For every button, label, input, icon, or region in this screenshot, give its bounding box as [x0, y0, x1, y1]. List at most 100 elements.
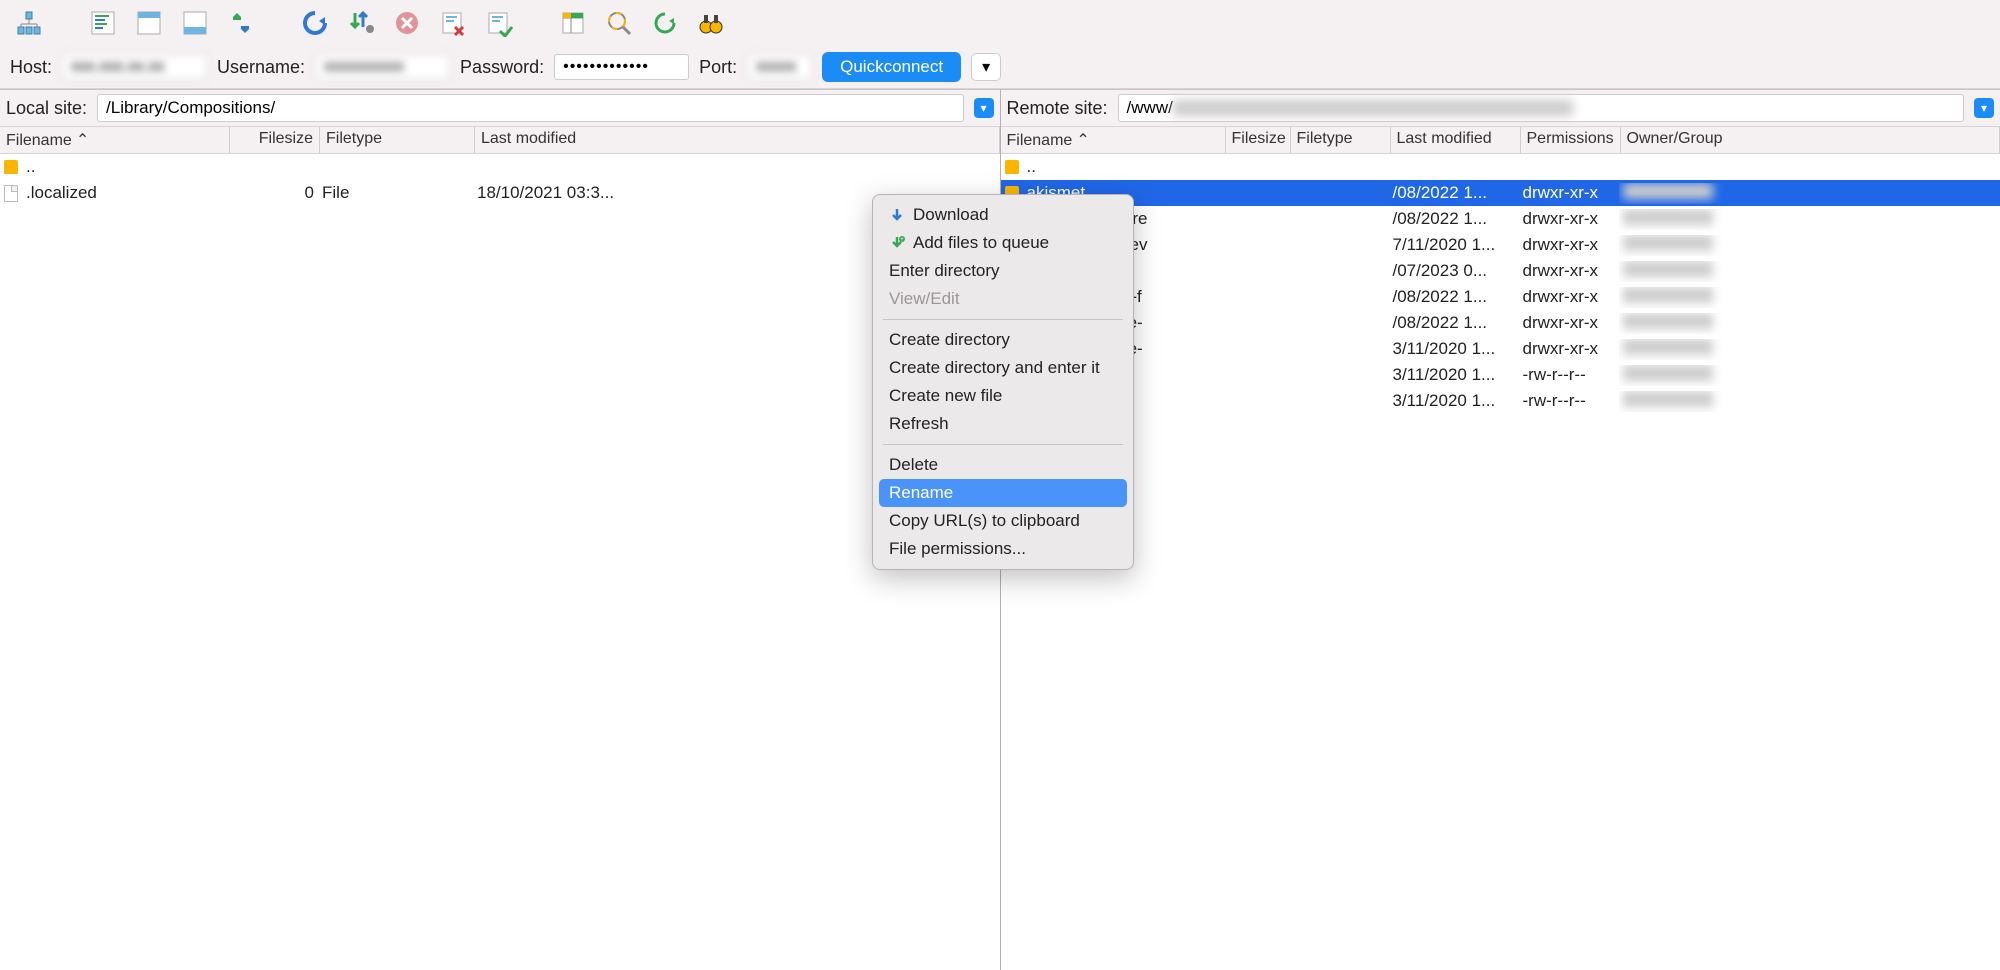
file-permissions: drwxr-xr-x: [1519, 209, 1619, 229]
ctx-add-to-queue[interactable]: + Add files to queue: [873, 229, 1133, 257]
ctx-separator: [883, 319, 1123, 320]
file-modified: /08/2022 1...: [1389, 287, 1519, 307]
file-permissions: drwxr-xr-x: [1519, 287, 1619, 307]
ctx-create-directory-enter[interactable]: Create directory and enter it: [873, 354, 1133, 382]
file-size: 0: [228, 183, 318, 203]
remote-header-permissions[interactable]: Permissions: [1521, 127, 1621, 153]
file-row[interactable]: .localized 0 File 18/10/2021 03:3...: [0, 180, 1000, 206]
remote-site-label: Remote site:: [1007, 98, 1108, 119]
remote-path-dropdown[interactable]: ▾: [1974, 98, 1994, 118]
remote-header-modified[interactable]: Last modified: [1391, 127, 1521, 153]
local-header-filename[interactable]: Filename⌃: [0, 127, 230, 153]
toggle-tree-icon[interactable]: [130, 4, 168, 42]
file-owner: [1619, 365, 2000, 386]
remote-headers: Filename⌃ Filesize Filetype Last modifie…: [1001, 127, 2000, 154]
reconnect-icon[interactable]: [480, 4, 518, 42]
main-toolbar: [0, 0, 2000, 46]
toggle-queue-icon[interactable]: [176, 4, 214, 42]
quickconnect-button[interactable]: Quickconnect: [822, 52, 961, 82]
file-owner: [1619, 209, 2000, 230]
refresh-compare-icon[interactable]: [222, 4, 260, 42]
ctx-create-new-file[interactable]: Create new file: [873, 382, 1133, 410]
sort-asc-icon: ⌃: [1076, 132, 1089, 149]
file-name: .localized: [22, 183, 228, 203]
file-owner: [1619, 235, 2000, 256]
ctx-separator: [883, 444, 1123, 445]
file-modified: 3/11/2020 1...: [1389, 391, 1519, 411]
local-header-filesize[interactable]: Filesize: [230, 127, 320, 153]
file-row[interactable]: mu-plugins /07/2023 0... drwxr-xr-x: [1001, 258, 2000, 284]
transfer-settings-icon[interactable]: [342, 4, 380, 42]
quickconnect-dropdown[interactable]: ▾: [971, 53, 1001, 81]
cancel-icon[interactable]: [388, 4, 426, 42]
ctx-delete[interactable]: Delete: [873, 451, 1133, 479]
file-owner: [1619, 261, 2000, 282]
ctx-create-directory[interactable]: Create directory: [873, 326, 1133, 354]
file-row[interactable]: hello.php 3/11/2020 1... -rw-r--r--: [1001, 362, 2000, 388]
file-icon: [0, 185, 22, 202]
file-row[interactable]: akismet /08/2022 1... drwxr-xr-x: [1001, 180, 2000, 206]
ctx-file-permissions[interactable]: File permissions...: [873, 535, 1133, 563]
ctx-copy-url[interactable]: Copy URL(s) to clipboard: [873, 507, 1133, 535]
file-permissions: -rw-r--r--: [1519, 365, 1619, 385]
search-binoculars-icon[interactable]: [692, 4, 730, 42]
file-permissions: drwxr-xr-x: [1519, 183, 1619, 203]
file-name: ..: [22, 157, 228, 177]
ctx-enter-directory[interactable]: Enter directory: [873, 257, 1133, 285]
password-input[interactable]: [554, 54, 689, 80]
file-modified: /07/2023 0...: [1389, 261, 1519, 281]
file-modified: 3/11/2020 1...: [1389, 339, 1519, 359]
file-row[interactable]: ..: [1001, 154, 2000, 180]
download-icon: [889, 207, 905, 223]
local-site-label: Local site:: [6, 98, 87, 119]
remote-path-input[interactable]: /www/: [1118, 94, 1964, 122]
remote-header-filesize[interactable]: Filesize: [1226, 127, 1291, 153]
sync-icon[interactable]: [296, 4, 334, 42]
file-type: File: [318, 183, 473, 203]
file-permissions: drwxr-xr-x: [1519, 235, 1619, 255]
file-row[interactable]: woocommerce- /08/2022 1... drwxr-xr-x: [1001, 310, 2000, 336]
file-permissions: drwxr-xr-x: [1519, 261, 1619, 281]
remote-header-filetype[interactable]: Filetype: [1291, 127, 1391, 153]
file-listing-icon[interactable]: [554, 4, 592, 42]
remote-header-filename[interactable]: Filename⌃: [1001, 127, 1226, 153]
toggle-log-icon[interactable]: [84, 4, 122, 42]
disconnect-icon[interactable]: [434, 4, 472, 42]
local-path-dropdown[interactable]: ▾: [974, 98, 994, 118]
file-modified: 7/11/2020 1...: [1389, 235, 1519, 255]
folder-icon: [0, 160, 22, 174]
file-row[interactable]: ..: [0, 154, 1000, 180]
file-owner: [1619, 183, 2000, 204]
folder-icon: [1001, 160, 1023, 174]
compare-icon[interactable]: [646, 4, 684, 42]
file-row[interactable]: woo-checkout-f /08/2022 1... drwxr-xr-x: [1001, 284, 2000, 310]
site-manager-icon[interactable]: [10, 4, 48, 42]
local-path-input[interactable]: [97, 94, 963, 122]
ctx-download[interactable]: Download: [873, 201, 1133, 229]
file-permissions: drwxr-xr-x: [1519, 313, 1619, 333]
remote-file-list[interactable]: .. akismet /08/2022 1... drwxr-xr-x bett…: [1001, 154, 2000, 970]
ctx-rename[interactable]: Rename: [879, 479, 1127, 507]
ctx-refresh[interactable]: Refresh: [873, 410, 1133, 438]
svg-text:+: +: [900, 237, 904, 243]
ctx-view-edit: View/Edit: [873, 285, 1133, 313]
file-permissions: drwxr-xr-x: [1519, 339, 1619, 359]
local-file-list[interactable]: .. .localized 0 File 18/10/2021 03:3...: [0, 154, 1000, 970]
file-owner: [1619, 339, 2000, 360]
file-row[interactable]: woocommerce- 3/11/2020 1... drwxr-xr-x: [1001, 336, 2000, 362]
file-row[interactable]: better-search-re /08/2022 1... drwxr-xr-…: [1001, 206, 2000, 232]
file-modified: 3/11/2020 1...: [1389, 365, 1519, 385]
file-row[interactable]: disable-post-rev 7/11/2020 1... drwxr-xr…: [1001, 232, 2000, 258]
local-header-filetype[interactable]: Filetype: [320, 127, 475, 153]
file-name: ..: [1023, 157, 1224, 177]
host-input[interactable]: [62, 54, 207, 80]
file-modified: /08/2022 1...: [1389, 183, 1519, 203]
remote-header-owner[interactable]: Owner/Group: [1621, 127, 2000, 153]
username-input[interactable]: [315, 54, 450, 80]
local-header-modified[interactable]: Last modified: [475, 127, 1000, 153]
filter-icon[interactable]: [600, 4, 638, 42]
port-input[interactable]: [747, 54, 812, 80]
username-label: Username:: [217, 57, 305, 78]
file-row[interactable]: index.php 3/11/2020 1... -rw-r--r--: [1001, 388, 2000, 414]
local-headers: Filename⌃ Filesize Filetype Last modifie…: [0, 127, 1000, 154]
